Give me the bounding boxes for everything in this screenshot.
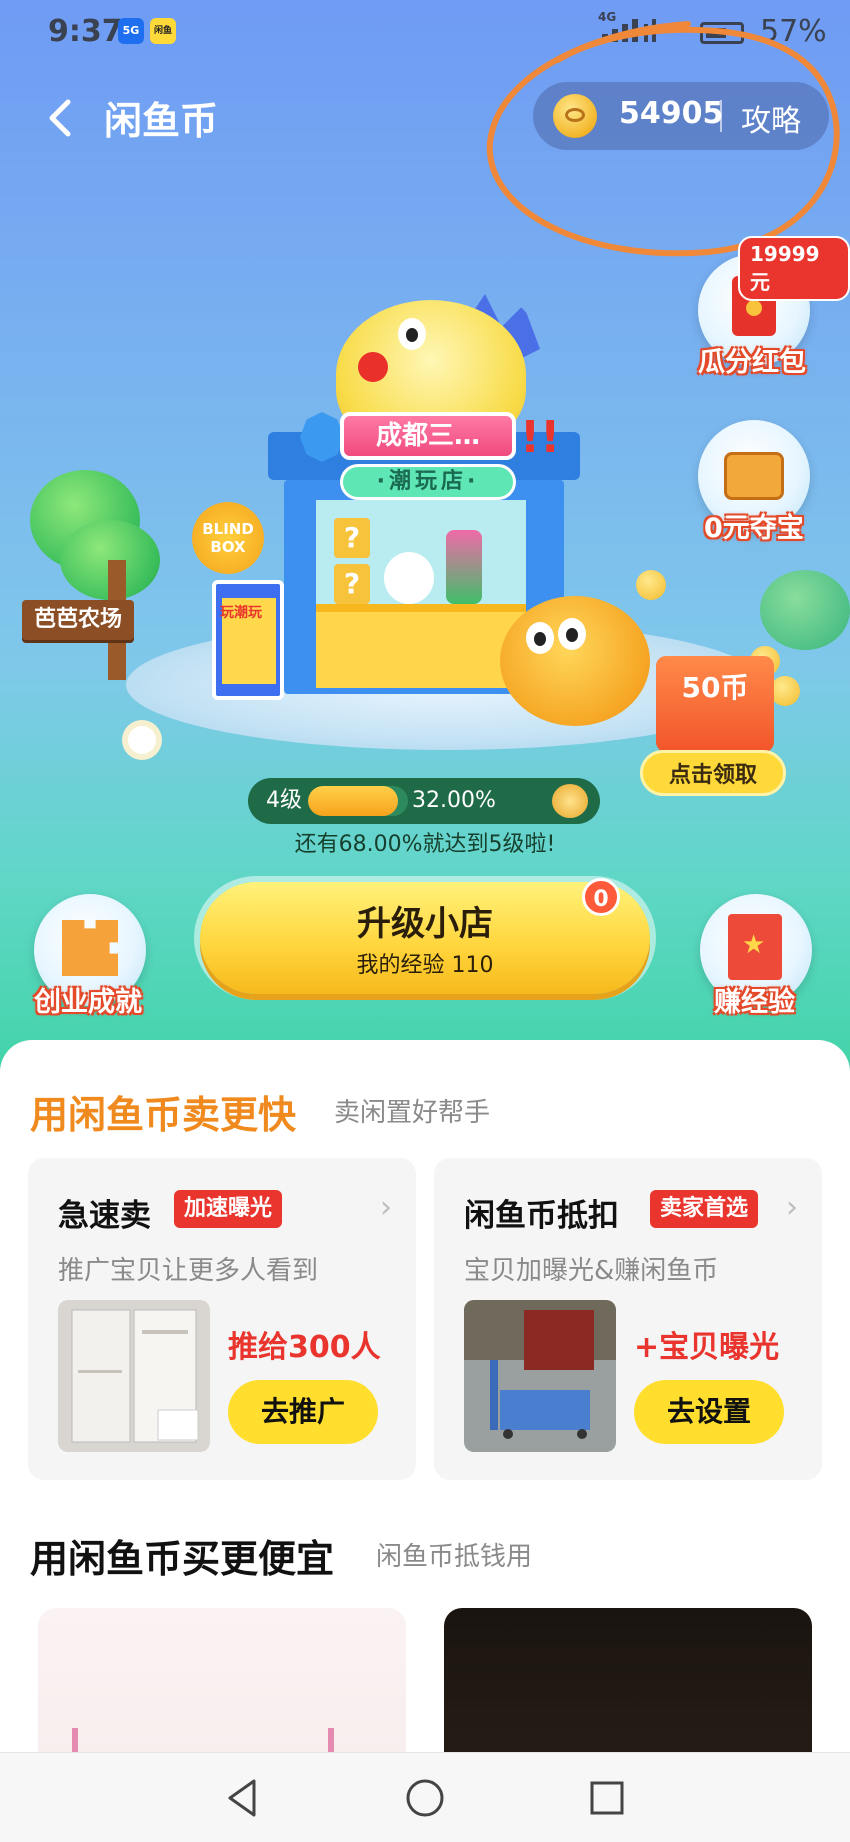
claim-button[interactable]: 点击领取 <box>640 750 786 796</box>
system-nav-bar <box>0 1752 850 1842</box>
coin-reward-box[interactable]: 50币 <box>656 656 774 752</box>
coin-stack-icon <box>552 784 588 818</box>
signal-icon <box>602 19 656 42</box>
home-icon[interactable] <box>402 1775 448 1821</box>
sell-section-title: 用闲鱼币卖更快 <box>30 1093 297 1137</box>
coin-balance-pill: 54905 攻略 <box>533 82 829 150</box>
coin-bubble-icon <box>770 676 800 706</box>
buy-section-title: 用闲鱼币买更便宜 <box>30 1537 335 1581</box>
treasure-label: 0元夺宝 <box>704 513 804 544</box>
experience-label: 我的经验 110 <box>356 953 494 978</box>
question-box-icon: ? <box>334 518 370 558</box>
battery-percent: 57% <box>760 14 827 49</box>
shop-type-sign: ·潮玩店· <box>340 464 516 500</box>
coin-deduct-card[interactable]: 闲鱼币抵扣 卖家首选 › 宝贝加曝光&赚闲鱼币 +宝贝曝光 去设置 <box>434 1158 822 1480</box>
card-desc: 推广宝贝让更多人看到 <box>58 1256 319 1286</box>
shop-counter <box>316 604 526 688</box>
farm-sign[interactable]: 芭芭农场 <box>22 600 134 640</box>
treasure-chest-icon <box>724 452 784 500</box>
flower-icon <box>128 726 156 754</box>
level-progress: 4级 32.00% <box>248 778 600 824</box>
progress-fill <box>308 786 398 816</box>
promo-text: 推给300人 <box>228 1330 381 1365</box>
bear-figure-icon <box>446 530 482 604</box>
progress-track <box>308 786 408 816</box>
card-desc: 宝贝加曝光&赚闲鱼币 <box>464 1256 719 1286</box>
status-app-icon-1: 5G <box>118 18 144 44</box>
progress-percent: 32.00% <box>412 788 496 813</box>
book-icon <box>728 914 782 980</box>
status-bar: 9:37 5G 闲鱼 4G 57% <box>0 0 850 64</box>
sell-section-subtitle: 卖闲置好帮手 <box>334 1098 491 1128</box>
settings-button[interactable]: 去设置 <box>634 1380 784 1444</box>
recents-icon[interactable] <box>584 1775 630 1821</box>
coin-icon <box>553 94 597 138</box>
question-box-icon: ? <box>334 564 370 604</box>
card-title: 闲鱼币抵扣 <box>464 1198 619 1234</box>
back-icon[interactable] <box>220 1775 266 1821</box>
level-label: 4级 <box>266 788 302 813</box>
prize-amount-badge: 19999元 <box>738 236 850 301</box>
chevron-right-icon: › <box>380 1190 392 1225</box>
header: 闲鱼币 54905 攻略 <box>0 78 850 158</box>
chevron-right-icon: › <box>786 1190 798 1225</box>
thumbs-up-icon <box>300 412 344 462</box>
poster-text: 玩潮玩 <box>220 605 262 621</box>
coin-bubble-icon <box>636 570 666 600</box>
guide-link[interactable]: 攻略 <box>741 96 801 140</box>
puzzle-icon <box>62 920 118 976</box>
battery-icon <box>700 22 744 44</box>
bush-icon <box>760 570 850 650</box>
card-tag: 卖家首选 <box>650 1190 759 1228</box>
status-time: 9:37 <box>48 14 123 49</box>
status-app-icon-2: 闲鱼 <box>150 18 176 44</box>
promote-button[interactable]: 去推广 <box>228 1380 378 1444</box>
red-packet-label: 瓜分红包 <box>698 347 806 378</box>
shop-name-sign[interactable]: 成都三… <box>340 412 516 460</box>
card-title: 急速卖 <box>58 1198 151 1234</box>
promo-text: +宝贝曝光 <box>634 1330 780 1365</box>
yellow-fish-icon <box>500 596 650 726</box>
quick-sell-card[interactable]: 急速卖 加速曝光 › 推广宝贝让更多人看到 推给300人 去推广 <box>28 1158 416 1480</box>
poster-stand: 玩潮玩 <box>212 580 284 700</box>
progress-hint: 还有68.00%就达到5级啦! <box>294 832 556 857</box>
screen: 9:37 5G 闲鱼 4G 57% 闲鱼币 54905 攻略 19999元 瓜分… <box>0 0 850 1842</box>
product-photo <box>464 1300 616 1452</box>
fish-nose <box>358 352 388 382</box>
exclamation-icon: !! <box>520 412 561 463</box>
pill-divider <box>720 100 722 132</box>
eye-icon <box>398 318 426 350</box>
page-title: 闲鱼币 <box>104 99 219 143</box>
seal-figure-icon <box>384 552 434 604</box>
earn-exp-label: 赚经验 <box>714 987 795 1018</box>
buy-section-subtitle: 闲鱼币抵钱用 <box>376 1542 533 1572</box>
farm-sign-label: 芭芭农场 <box>33 607 122 632</box>
blind-box-icon[interactable]: BLIND BOX <box>192 502 264 574</box>
upgrade-count-badge: 0 <box>582 878 620 916</box>
coin-balance: 54905 <box>619 96 724 131</box>
chevron-left-icon[interactable] <box>40 94 80 142</box>
achievement-label: 创业成就 <box>34 987 142 1018</box>
product-photo <box>58 1300 210 1452</box>
card-tag: 加速曝光 <box>174 1190 283 1228</box>
